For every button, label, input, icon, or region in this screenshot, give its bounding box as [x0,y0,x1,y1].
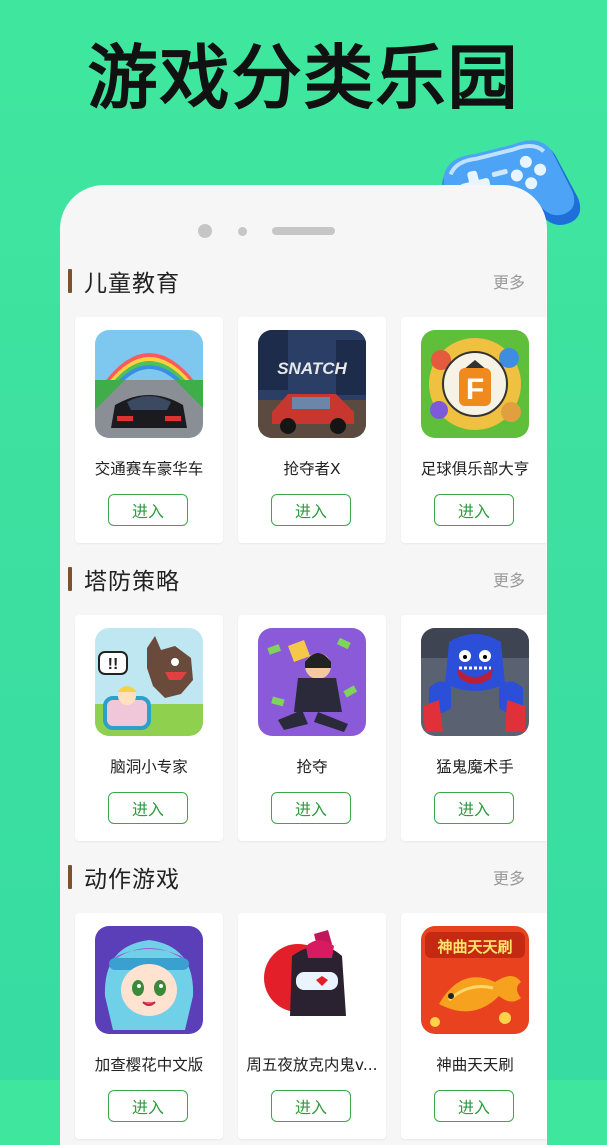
game-name: 抢夺者X [283,460,341,478]
section-title: 儿童教育 [84,271,180,297]
game-card[interactable]: 交通赛车豪华车 进入 [75,317,223,543]
section-bar [68,269,72,293]
page-headline: 游戏分类乐园 [87,36,520,119]
phone-top-bar [60,221,547,241]
game-name: 脑洞小专家 [110,758,188,776]
section-title: 塔防策略 [84,569,180,595]
enter-button[interactable]: 进入 [434,792,514,824]
game-name: 周五夜放克内鬼v... [246,1056,378,1074]
game-name: 抢夺 [296,758,328,776]
phone-frame: 儿童教育 更多 交通赛车豪华车 进入 SNATCH 抢夺者X 进入 F 足球俱乐… [60,185,547,1145]
enter-button[interactable]: 进入 [271,792,351,824]
game-card[interactable]: 抢夺 进入 [238,615,386,841]
anime-girl-icon[interactable] [95,926,203,1034]
wolf-cartoon-icon[interactable]: !! [95,628,203,736]
section-header: 儿童教育 更多 [60,259,547,299]
game-name: 神曲天天刷 [436,1056,514,1074]
section-bar [68,865,72,889]
sensor-icon [238,227,247,236]
enter-button[interactable]: 进入 [108,1090,188,1122]
game-name: 交通赛车豪华车 [94,460,204,478]
more-link[interactable]: 更多 [493,567,525,591]
enter-button[interactable]: 进入 [108,792,188,824]
racing-car-icon[interactable] [95,330,203,438]
soccer-logo-text: F [466,373,484,406]
soccer-club-icon[interactable]: F [421,330,529,438]
game-card[interactable]: F 足球俱乐部大亨 进入 [401,317,547,543]
enter-button[interactable]: 进入 [271,494,351,526]
snatch-car-icon[interactable]: SNATCH [258,330,366,438]
snatch-logo-text: SNATCH [277,359,347,378]
section-header: 塔防策略 更多 [60,557,547,597]
game-card[interactable]: 神曲天天刷 神曲天天刷 进入 [401,913,547,1139]
game-name: 猛鬼魔术手 [436,758,514,776]
enter-button[interactable]: 进入 [108,494,188,526]
section-title: 动作游戏 [84,867,180,893]
blue-monster-icon[interactable] [421,628,529,736]
game-card[interactable]: 猛鬼魔术手 进入 [401,615,547,841]
robber-cash-icon[interactable] [258,628,366,736]
game-name: 加查樱花中文版 [94,1056,204,1074]
more-link[interactable]: 更多 [493,865,525,889]
fish-logo-text: 神曲天天刷 [437,938,512,956]
golden-fish-icon[interactable]: 神曲天天刷 [421,926,529,1034]
section-header: 动作游戏 更多 [60,855,547,895]
game-card[interactable]: 加查樱花中文版 进入 [75,913,223,1139]
impostor-icon[interactable] [258,926,366,1034]
enter-button[interactable]: 进入 [434,1090,514,1122]
game-card[interactable]: 周五夜放克内鬼v... 进入 [238,913,386,1139]
game-name: 足球俱乐部大亨 [420,460,530,478]
enter-button[interactable]: 进入 [434,494,514,526]
speaker-icon [272,227,335,235]
more-link[interactable]: 更多 [493,269,525,293]
camera-icon [198,224,212,238]
game-card[interactable]: !! 脑洞小专家 进入 [75,615,223,841]
enter-button[interactable]: 进入 [271,1090,351,1122]
exclaim-text: !! [108,656,119,673]
game-card[interactable]: SNATCH 抢夺者X 进入 [238,317,386,543]
section-bar [68,567,72,591]
